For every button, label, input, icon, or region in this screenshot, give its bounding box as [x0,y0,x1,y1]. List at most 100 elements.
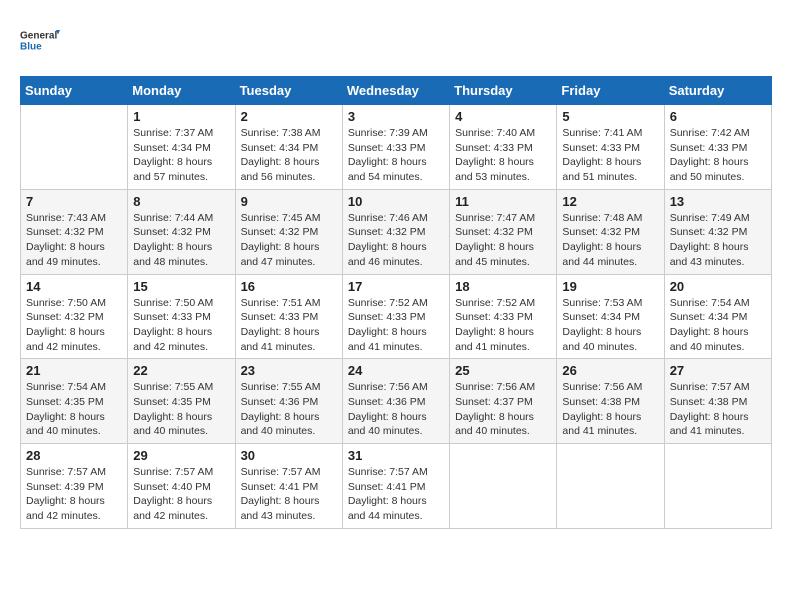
day-number: 24 [348,363,444,378]
day-number: 1 [133,109,229,124]
day-info: Sunrise: 7:52 AM Sunset: 4:33 PM Dayligh… [455,296,551,355]
day-info: Sunrise: 7:48 AM Sunset: 4:32 PM Dayligh… [562,211,658,270]
day-info: Sunrise: 7:39 AM Sunset: 4:33 PM Dayligh… [348,126,444,185]
day-info: Sunrise: 7:46 AM Sunset: 4:32 PM Dayligh… [348,211,444,270]
calendar-cell [664,444,771,529]
day-number: 9 [241,194,337,209]
calendar-cell: 8 Sunrise: 7:44 AM Sunset: 4:32 PM Daylig… [128,189,235,274]
calendar-cell: 21 Sunrise: 7:54 AM Sunset: 4:35 PM Dayli… [21,359,128,444]
calendar-cell: 10 Sunrise: 7:46 AM Sunset: 4:32 PM Dayli… [342,189,449,274]
calendar-table: SundayMondayTuesdayWednesdayThursdayFrid… [20,76,772,529]
week-row-1: 1 Sunrise: 7:37 AM Sunset: 4:34 PM Daylig… [21,105,772,190]
calendar-cell: 23Sunrise: 7:55 AM Sunset: 4:36 PM Dayli… [235,359,342,444]
logo-svg: General Blue [20,20,60,60]
day-number: 13 [670,194,766,209]
week-row-3: 14 Sunrise: 7:50 AM Sunset: 4:32 PM Dayli… [21,274,772,359]
day-info: Sunrise: 7:57 AM Sunset: 4:40 PM Dayligh… [133,465,229,524]
calendar-cell: 16Sunrise: 7:51 AM Sunset: 4:33 PM Dayli… [235,274,342,359]
day-number: 30 [241,448,337,463]
calendar-cell: 12 Sunrise: 7:48 AM Sunset: 4:32 PM Dayli… [557,189,664,274]
calendar-cell [21,105,128,190]
day-number: 4 [455,109,551,124]
day-number: 6 [670,109,766,124]
day-number: 29 [133,448,229,463]
calendar-body: 1 Sunrise: 7:37 AM Sunset: 4:34 PM Daylig… [21,105,772,529]
day-number: 12 [562,194,658,209]
day-info: Sunrise: 7:56 AM Sunset: 4:38 PM Dayligh… [562,380,658,439]
week-row-5: 28 Sunrise: 7:57 AM Sunset: 4:39 PM Dayli… [21,444,772,529]
calendar-cell: 13Sunrise: 7:49 AM Sunset: 4:32 PM Dayli… [664,189,771,274]
day-number: 28 [26,448,122,463]
svg-text:General: General [20,31,57,42]
day-info: Sunrise: 7:56 AM Sunset: 4:36 PM Dayligh… [348,380,444,439]
day-info: Sunrise: 7:55 AM Sunset: 4:35 PM Dayligh… [133,380,229,439]
calendar-cell: 7 Sunrise: 7:43 AM Sunset: 4:32 PM Daylig… [21,189,128,274]
weekday-wednesday: Wednesday [342,77,449,105]
svg-text:Blue: Blue [20,42,42,53]
day-number: 8 [133,194,229,209]
day-info: Sunrise: 7:43 AM Sunset: 4:32 PM Dayligh… [26,211,122,270]
day-info: Sunrise: 7:54 AM Sunset: 4:35 PM Dayligh… [26,380,122,439]
day-number: 14 [26,279,122,294]
day-info: Sunrise: 7:52 AM Sunset: 4:33 PM Dayligh… [348,296,444,355]
calendar-cell: 3Sunrise: 7:39 AM Sunset: 4:33 PM Daylig… [342,105,449,190]
weekday-saturday: Saturday [664,77,771,105]
day-number: 11 [455,194,551,209]
calendar-cell [450,444,557,529]
week-row-4: 21 Sunrise: 7:54 AM Sunset: 4:35 PM Dayli… [21,359,772,444]
calendar-cell: 20 Sunrise: 7:54 AM Sunset: 4:34 PM Dayli… [664,274,771,359]
calendar-cell: 9 Sunrise: 7:45 AM Sunset: 4:32 PM Daylig… [235,189,342,274]
day-info: Sunrise: 7:44 AM Sunset: 4:32 PM Dayligh… [133,211,229,270]
day-number: 21 [26,363,122,378]
day-info: Sunrise: 7:57 AM Sunset: 4:41 PM Dayligh… [348,465,444,524]
weekday-header-row: SundayMondayTuesdayWednesdayThursdayFrid… [21,77,772,105]
day-info: Sunrise: 7:50 AM Sunset: 4:32 PM Dayligh… [26,296,122,355]
weekday-friday: Friday [557,77,664,105]
day-info: Sunrise: 7:57 AM Sunset: 4:38 PM Dayligh… [670,380,766,439]
day-number: 5 [562,109,658,124]
calendar-cell: 2 Sunrise: 7:38 AM Sunset: 4:34 PM Daylig… [235,105,342,190]
calendar-cell: 18 Sunrise: 7:52 AM Sunset: 4:33 PM Dayli… [450,274,557,359]
calendar-cell: 24 Sunrise: 7:56 AM Sunset: 4:36 PM Dayli… [342,359,449,444]
day-info: Sunrise: 7:37 AM Sunset: 4:34 PM Dayligh… [133,126,229,185]
weekday-monday: Monday [128,77,235,105]
calendar-cell: 1 Sunrise: 7:37 AM Sunset: 4:34 PM Daylig… [128,105,235,190]
day-info: Sunrise: 7:54 AM Sunset: 4:34 PM Dayligh… [670,296,766,355]
calendar-cell: 30Sunrise: 7:57 AM Sunset: 4:41 PM Dayli… [235,444,342,529]
day-number: 27 [670,363,766,378]
day-number: 18 [455,279,551,294]
weekday-thursday: Thursday [450,77,557,105]
calendar-cell: 31Sunrise: 7:57 AM Sunset: 4:41 PM Dayli… [342,444,449,529]
day-info: Sunrise: 7:42 AM Sunset: 4:33 PM Dayligh… [670,126,766,185]
day-number: 15 [133,279,229,294]
day-info: Sunrise: 7:57 AM Sunset: 4:39 PM Dayligh… [26,465,122,524]
day-info: Sunrise: 7:41 AM Sunset: 4:33 PM Dayligh… [562,126,658,185]
calendar-cell: 4 Sunrise: 7:40 AM Sunset: 4:33 PM Daylig… [450,105,557,190]
day-info: Sunrise: 7:38 AM Sunset: 4:34 PM Dayligh… [241,126,337,185]
calendar-cell: 25 Sunrise: 7:56 AM Sunset: 4:37 PM Dayli… [450,359,557,444]
day-number: 25 [455,363,551,378]
calendar-cell: 27 Sunrise: 7:57 AM Sunset: 4:38 PM Dayli… [664,359,771,444]
calendar-cell: 22 Sunrise: 7:55 AM Sunset: 4:35 PM Dayli… [128,359,235,444]
day-info: Sunrise: 7:55 AM Sunset: 4:36 PM Dayligh… [241,380,337,439]
calendar-cell: 29 Sunrise: 7:57 AM Sunset: 4:40 PM Dayli… [128,444,235,529]
page-header: General Blue [20,20,772,60]
calendar-cell: 28 Sunrise: 7:57 AM Sunset: 4:39 PM Dayli… [21,444,128,529]
day-number: 19 [562,279,658,294]
day-info: Sunrise: 7:50 AM Sunset: 4:33 PM Dayligh… [133,296,229,355]
day-number: 16 [241,279,337,294]
calendar-cell: 14 Sunrise: 7:50 AM Sunset: 4:32 PM Dayli… [21,274,128,359]
day-info: Sunrise: 7:53 AM Sunset: 4:34 PM Dayligh… [562,296,658,355]
day-info: Sunrise: 7:40 AM Sunset: 4:33 PM Dayligh… [455,126,551,185]
week-row-2: 7 Sunrise: 7:43 AM Sunset: 4:32 PM Daylig… [21,189,772,274]
day-info: Sunrise: 7:56 AM Sunset: 4:37 PM Dayligh… [455,380,551,439]
calendar-cell: 5 Sunrise: 7:41 AM Sunset: 4:33 PM Daylig… [557,105,664,190]
weekday-tuesday: Tuesday [235,77,342,105]
day-info: Sunrise: 7:45 AM Sunset: 4:32 PM Dayligh… [241,211,337,270]
day-number: 20 [670,279,766,294]
day-number: 2 [241,109,337,124]
day-number: 10 [348,194,444,209]
day-number: 22 [133,363,229,378]
day-number: 7 [26,194,122,209]
calendar-cell: 11Sunrise: 7:47 AM Sunset: 4:32 PM Dayli… [450,189,557,274]
